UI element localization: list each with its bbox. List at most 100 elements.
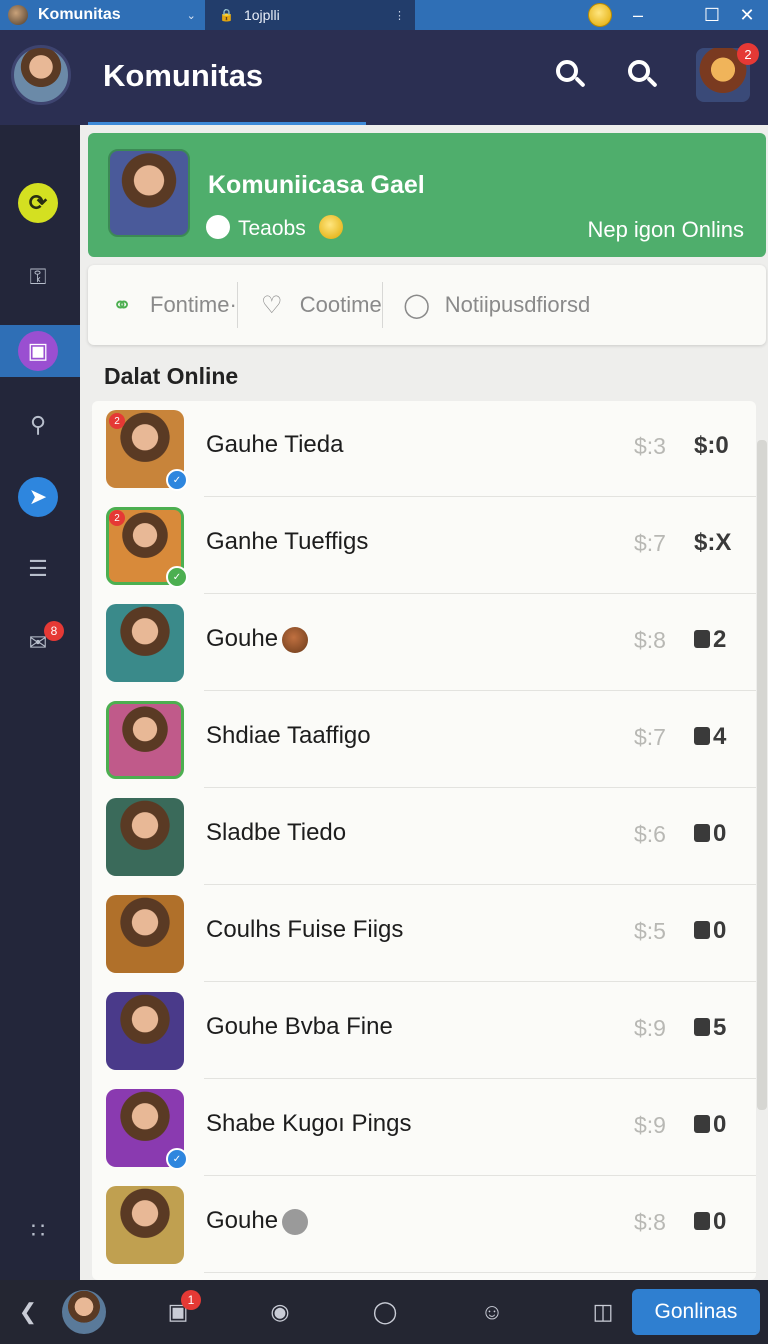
- tab-notifications[interactable]: ◯ Notiipusdfiorsd: [383, 265, 591, 345]
- item-value-text: 0: [713, 1111, 727, 1138]
- list-item[interactable]: Coulhs Fuise Fiigs $:5 0: [92, 886, 756, 982]
- tag-icon: [694, 727, 710, 745]
- avatar[interactable]: [62, 1290, 106, 1334]
- row-divider: [204, 981, 756, 982]
- item-value: 0: [694, 917, 726, 945]
- row-divider: [204, 496, 756, 497]
- minimize-icon[interactable]: –: [621, 0, 655, 30]
- online-button[interactable]: Gonlinas: [632, 1289, 760, 1335]
- tag-icon: [694, 1018, 710, 1036]
- item-name: Shdiae Taaffigo: [206, 722, 371, 750]
- check-icon: ✓: [166, 1148, 188, 1170]
- item-value: 0: [694, 1111, 726, 1139]
- item-name-text: Shdiae Taaffigo: [206, 722, 371, 749]
- window-icon[interactable]: ◫: [587, 1296, 619, 1328]
- tag-icon: [694, 630, 710, 648]
- game-thumbnail: [106, 992, 184, 1070]
- item-name-text: Gouhe: [206, 1207, 279, 1234]
- notification-icon: ◯: [403, 291, 431, 319]
- app-logo-icon: [8, 5, 28, 25]
- item-value: 2: [694, 626, 726, 654]
- user-avatar[interactable]: [11, 45, 71, 105]
- maximize-icon[interactable]: ☐: [695, 0, 729, 30]
- item-name: Gouhe: [206, 1207, 309, 1235]
- tag-icon: [694, 1115, 710, 1133]
- item-price: $:7: [634, 724, 666, 750]
- send-icon[interactable]: ➤: [18, 477, 58, 517]
- item-value: $:0: [694, 432, 729, 460]
- list-item[interactable]: Gouhe Bvba Fine $:9 5: [92, 983, 756, 1079]
- item-name: Gouhe Bvba Fine: [206, 1013, 393, 1041]
- lock-icon: 🔒: [219, 8, 234, 22]
- emoji-icon: [319, 215, 343, 239]
- item-value-text: 2: [713, 626, 727, 653]
- banner-artwork: [108, 149, 190, 237]
- chevron-down-icon[interactable]: ⌄: [187, 9, 196, 22]
- tag-icon: [694, 921, 710, 939]
- item-value: 4: [694, 723, 726, 751]
- game-icon[interactable]: ◉: [264, 1296, 296, 1328]
- search-icon[interactable]: [624, 56, 660, 92]
- list-item[interactable]: Gouhe $:8 2: [92, 595, 756, 691]
- list-item[interactable]: Sladbe Tiedo $:6 0: [92, 789, 756, 885]
- row-divider: [204, 593, 756, 594]
- browser-tab[interactable]: 🔒 1ojplli ⋮: [205, 0, 415, 30]
- row-divider: [204, 690, 756, 691]
- bag-icon[interactable]: ▣: [18, 331, 58, 371]
- item-value-text: $:X: [694, 529, 732, 556]
- item-value: $:X: [694, 529, 731, 557]
- thumbnail-badge: 2: [109, 413, 125, 429]
- list-item[interactable]: ✓ Shabe Kugoı Pings $:9 0: [92, 1080, 756, 1176]
- item-name-text: Sladbe Tiedo: [206, 819, 347, 846]
- game-thumbnail: [106, 604, 184, 682]
- list-item[interactable]: Shdiae Taaffigo $:7 4: [92, 692, 756, 788]
- tab-label: 1ojplli: [243, 7, 280, 23]
- row-divider: [204, 787, 756, 788]
- coin-icon[interactable]: [588, 3, 612, 27]
- search-icon[interactable]: ⚲: [18, 405, 58, 445]
- mail-badge: 8: [44, 621, 64, 641]
- list-icon[interactable]: ☰: [18, 549, 58, 589]
- scrollbar[interactable]: [757, 440, 767, 1110]
- tab-label: Notiipusdfiorsd: [444, 292, 591, 317]
- coin-icon: [282, 626, 309, 653]
- community-banner[interactable]: Komuniicasa Gael Teaobs Nep igon Onlins: [88, 133, 766, 257]
- item-value-text: 0: [713, 820, 727, 847]
- tab-cootime[interactable]: ♡ Cootime: [238, 265, 382, 345]
- sync-icon[interactable]: ⟳: [18, 183, 58, 223]
- banner-online-text: Nep igon Onlins: [587, 217, 744, 242]
- item-value-text: 5: [713, 1014, 727, 1041]
- item-name: Coulhs Fuise Fiigs: [206, 916, 403, 944]
- item-value-text: 0: [713, 1208, 727, 1235]
- search-icon[interactable]: [552, 56, 588, 92]
- tab-menu-icon[interactable]: ⋮: [394, 9, 405, 22]
- dots-icon[interactable]: ∷: [18, 1211, 58, 1251]
- banner-subtitle: Teaobs: [238, 217, 306, 240]
- list-item[interactable]: 2 ✓ Gauhe Tieda $:3 $:0: [92, 401, 756, 497]
- app-header: Komunitas 2: [0, 30, 768, 125]
- status-dot-icon: [206, 215, 230, 239]
- row-divider: [204, 1078, 756, 1079]
- list-item[interactable]: Gouhe $:8 0: [92, 1177, 756, 1273]
- key-icon[interactable]: ⚿: [18, 257, 58, 297]
- item-name: Ganhe Tueffigs: [206, 528, 368, 556]
- list-item[interactable]: 2 ✓ Ganhe Tueffigs $:7 $:X: [92, 498, 756, 594]
- row-divider: [204, 1175, 756, 1176]
- item-name: Shabe Kugoı Pings: [206, 1110, 412, 1138]
- close-icon[interactable]: ✕: [730, 0, 764, 30]
- link-icon: ⚭: [111, 291, 133, 319]
- row-divider: [204, 1272, 756, 1273]
- item-price: $:8: [634, 1209, 666, 1235]
- item-name-text: Shabe Kugoı Pings: [206, 1110, 412, 1137]
- tag-icon: [694, 1212, 710, 1230]
- person-icon[interactable]: ☺: [476, 1296, 508, 1328]
- item-name-text: Gauhe Tieda: [206, 431, 344, 458]
- main-panel: Komuniicasa Gael Teaobs Nep igon Onlins …: [80, 125, 768, 1280]
- circle-icon[interactable]: ◯: [369, 1296, 401, 1328]
- tab-fontime[interactable]: ⚭ Fontime·: [88, 265, 237, 345]
- edit-icon: [282, 1208, 309, 1235]
- back-icon[interactable]: ❮: [12, 1296, 44, 1328]
- game-thumbnail: [106, 895, 184, 973]
- tab-label: Cootime: [299, 292, 382, 317]
- item-value: 0: [694, 820, 726, 848]
